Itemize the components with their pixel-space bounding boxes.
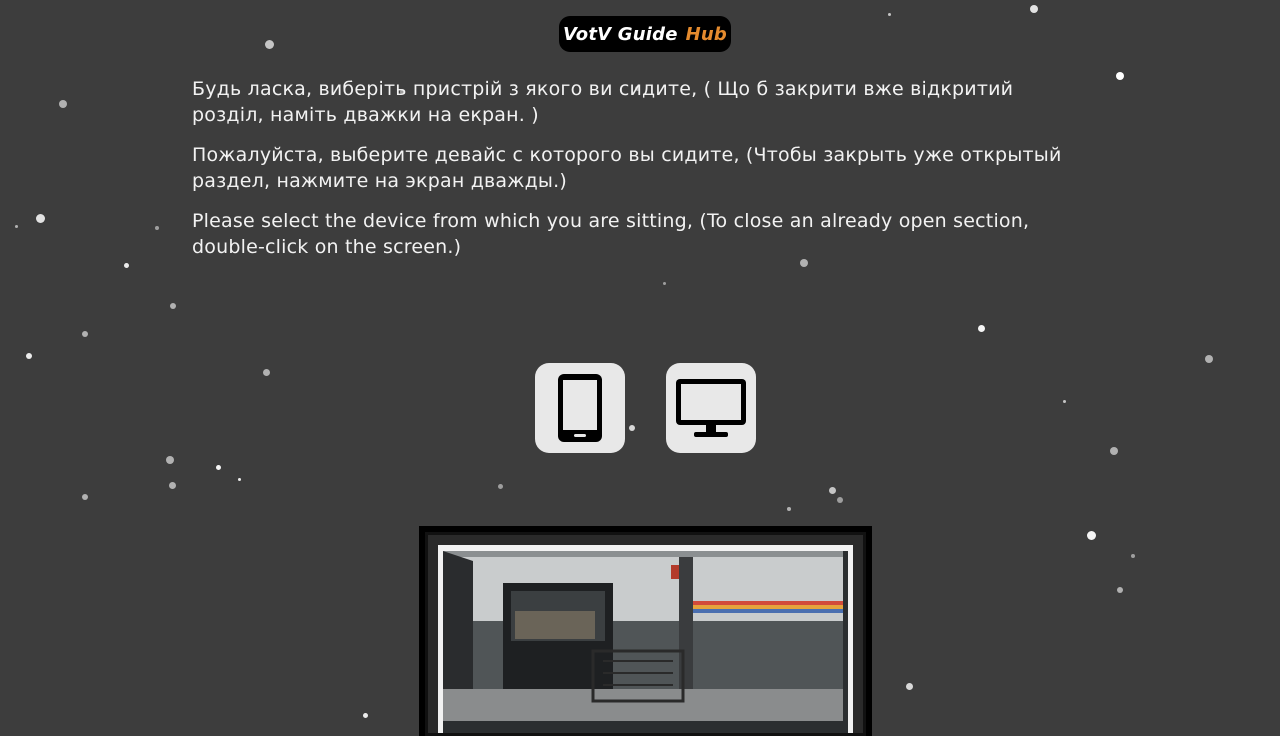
snowflake bbox=[362, 712, 368, 718]
intro-russian: Пожалуйста, выберите девайс с которого в… bbox=[192, 144, 1062, 192]
snowflake bbox=[787, 507, 791, 511]
snowflake bbox=[1086, 530, 1096, 540]
snowflake bbox=[170, 303, 176, 309]
snowflake bbox=[262, 368, 270, 376]
snowflake bbox=[215, 464, 221, 470]
snowflake bbox=[35, 213, 45, 223]
snowflake bbox=[264, 39, 274, 49]
intro-english: Please select the device from which you … bbox=[192, 210, 1030, 258]
snowflake bbox=[123, 262, 129, 268]
preview-image-frame bbox=[419, 526, 872, 736]
snowflake bbox=[168, 481, 176, 489]
snowflake bbox=[237, 477, 241, 481]
snowflake bbox=[14, 224, 18, 228]
snowflake bbox=[1116, 72, 1124, 80]
snowflake bbox=[155, 226, 159, 230]
snowflake bbox=[497, 483, 503, 489]
logo-main-text: VotV Guide bbox=[562, 23, 678, 45]
snowflake bbox=[662, 281, 666, 285]
logo-accent-text: Hub bbox=[685, 23, 727, 45]
intro-text: Будь ласка, виберіть пристрій з якого ви… bbox=[192, 76, 1072, 274]
snowflake bbox=[977, 324, 985, 332]
desktop-monitor-icon bbox=[676, 379, 746, 437]
snowflake bbox=[1117, 587, 1123, 593]
snowflake bbox=[887, 12, 891, 16]
snowflake bbox=[837, 497, 843, 503]
snowflake bbox=[59, 100, 67, 108]
game-screenshot bbox=[443, 551, 848, 733]
snowflake bbox=[828, 486, 836, 494]
snowflake bbox=[1030, 5, 1038, 13]
desktop-device-button[interactable] bbox=[666, 363, 756, 453]
snowflake bbox=[1131, 554, 1135, 558]
snowflake bbox=[1205, 355, 1213, 363]
snowflake bbox=[26, 353, 32, 359]
snowflake bbox=[82, 494, 88, 500]
smartphone-icon bbox=[558, 374, 602, 442]
snowflake bbox=[166, 456, 174, 464]
site-logo: VotV Guide Hub bbox=[559, 16, 731, 52]
mobile-device-button[interactable] bbox=[535, 363, 625, 453]
snowflake bbox=[82, 331, 88, 337]
intro-ukrainian: Будь ласка, виберіть пристрій з якого ви… bbox=[192, 78, 1014, 126]
snowflake bbox=[905, 682, 913, 690]
snowflake bbox=[1062, 399, 1066, 403]
snowflake bbox=[629, 425, 635, 431]
snowflake bbox=[1110, 447, 1118, 455]
